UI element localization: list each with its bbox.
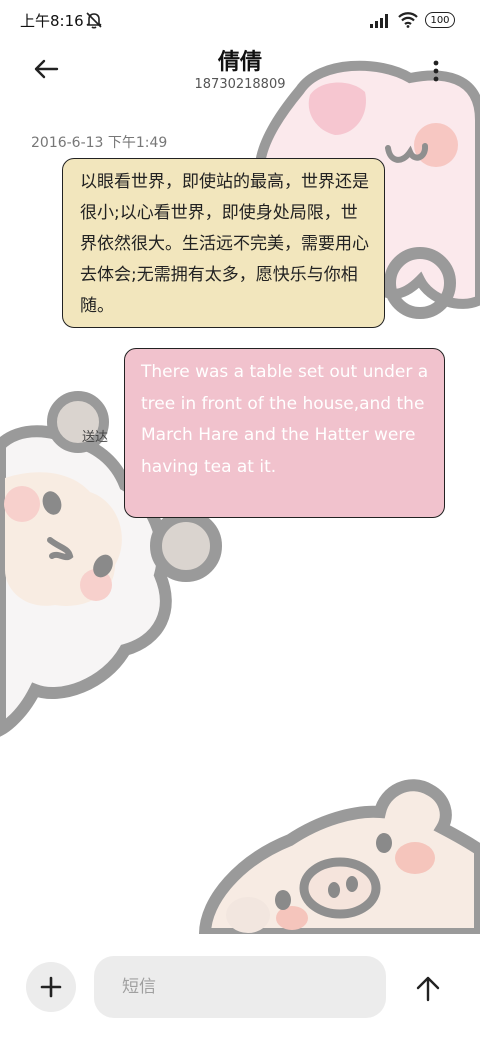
contact-number: 18730218809 [194,77,286,92]
mute-icon [86,12,102,29]
more-options-button[interactable] [424,54,448,88]
signal-icon [370,14,388,28]
status-bar: 上午8:16 100 [0,0,480,42]
status-time: 上午8:16 [20,12,84,30]
conversation-header: 倩倩 18730218809 [0,42,480,102]
add-attachment-button[interactable] [26,962,76,1012]
send-arrow-icon [416,976,440,1002]
contact-name: 倩倩 [217,50,262,75]
message-timestamp: 2016-6-13 下午1:49 [31,135,168,151]
composer-bar [0,934,480,1040]
plus-icon [40,976,62,998]
message-input[interactable] [94,956,386,1018]
more-vertical-icon [433,60,439,82]
outgoing-message-bubble[interactable]: There was a table set out under a tree i… [124,348,445,518]
pig-illustration [198,779,480,940]
wifi-icon [398,12,418,28]
send-button[interactable] [410,970,446,1006]
wallpaper-illustration [0,60,480,940]
battery-icon: 100 [425,12,455,28]
incoming-message-bubble[interactable]: 以眼看世界，即使站的最高，世界还是很小;以心看世界，即使身处局限，世界依然很大。… [62,158,385,328]
delivery-status: 送达 [82,430,109,445]
